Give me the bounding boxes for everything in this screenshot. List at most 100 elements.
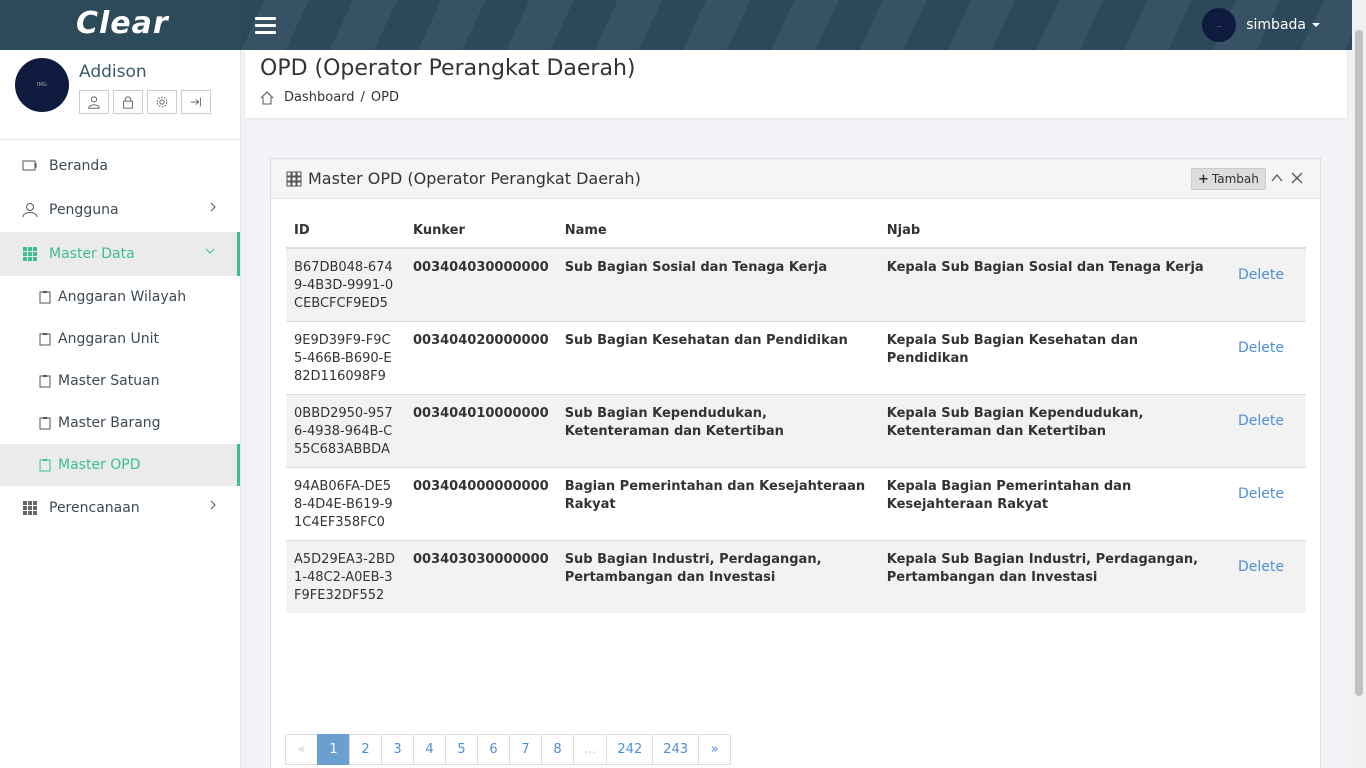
pagination-page[interactable]: 243 xyxy=(652,734,700,765)
cell-kunker: 003404010000000 xyxy=(405,394,557,468)
lock-button[interactable] xyxy=(113,90,143,114)
profile-avatar: IMG xyxy=(15,58,69,112)
cell-name: Sub Bagian Kependudukan, Ketenteraman da… xyxy=(556,394,879,468)
cell-id: 9E9D39F9-F9C5-466B-B690-E82D116098F9 xyxy=(286,321,405,395)
top-navbar: Clear ... simbada xyxy=(0,0,1352,50)
chevron-up-icon[interactable] xyxy=(1270,171,1284,185)
card-header: Master OPD (Operator Perangkat Daerah) +… xyxy=(271,159,1320,199)
user-dropdown[interactable]: ... simbada xyxy=(1202,8,1320,42)
chevron-down-icon xyxy=(205,248,215,254)
delete-link[interactable]: Delete xyxy=(1238,559,1284,575)
sidebar-item-label: Beranda xyxy=(49,158,108,174)
grid-icon xyxy=(22,500,38,516)
sidebar-item-label: Perencanaan xyxy=(49,500,140,516)
column-header-action xyxy=(1229,217,1306,249)
cell-kunker: 003404020000000 xyxy=(405,321,557,395)
table-row: B67DB048-6749-4B3D-9991-0CEBCFCF9ED5 003… xyxy=(286,247,1306,322)
cell-kunker: 003404000000000 xyxy=(405,467,557,541)
clipboard-icon xyxy=(39,459,51,472)
tambah-button[interactable]: + Tambah xyxy=(1191,168,1266,190)
close-icon[interactable] xyxy=(1290,171,1304,185)
breadcrumb-dashboard-link[interactable]: Dashboard xyxy=(284,90,355,105)
home-icon xyxy=(260,90,274,104)
sidebar-item-pengguna[interactable]: Pengguna xyxy=(0,188,240,232)
pagination-page[interactable]: 242 xyxy=(606,734,654,765)
pagination-page[interactable]: 6 xyxy=(477,734,510,765)
table-row: 94AB06FA-DE58-4D4E-B619-91C4EF358FC0 003… xyxy=(286,467,1306,541)
sidebar-subitem-master-satuan[interactable]: Master Satuan xyxy=(0,360,240,402)
clipboard-icon xyxy=(39,333,51,346)
sidebar-subitem-anggaran-unit[interactable]: Anggaran Unit xyxy=(0,318,240,360)
opd-table: ID Kunker Name Njab B67DB048-6749-4B3D-9… xyxy=(286,217,1306,613)
grid-icon xyxy=(286,171,302,186)
user-icon xyxy=(22,202,38,218)
pagination-ellipsis: ... xyxy=(573,734,608,765)
cell-kunker: 003403030000000 xyxy=(405,540,557,613)
app-logo[interactable]: Clear xyxy=(76,6,169,41)
profile-name: Addison xyxy=(79,62,147,82)
sidebar-subitem-master-opd[interactable]: Master OPD xyxy=(0,444,240,486)
pagination-page[interactable]: 7 xyxy=(509,734,542,765)
user-avatar: ... xyxy=(1202,8,1237,42)
pagination-page[interactable]: 8 xyxy=(541,734,574,765)
sidebar-item-label: Pengguna xyxy=(49,202,119,218)
sidebar-profile: IMG Addison xyxy=(0,50,240,140)
pagination-page[interactable]: 5 xyxy=(445,734,478,765)
cell-id: 0BBD2950-9576-4938-964B-C55C683ABBDA xyxy=(286,394,405,468)
clipboard-icon xyxy=(39,291,51,304)
gear-icon xyxy=(156,96,168,108)
user-icon xyxy=(88,96,100,109)
table-row: A5D29EA3-2BD1-48C2-A0EB-3F9FE32DF552 003… xyxy=(286,540,1306,613)
pagination-prev[interactable]: « xyxy=(285,734,318,765)
username: simbada xyxy=(1246,17,1306,33)
card-title: Master OPD (Operator Perangkat Daerah) xyxy=(308,169,641,188)
pagination-page[interactable]: 3 xyxy=(381,734,414,765)
sidebar-item-perencanaan[interactable]: Perencanaan xyxy=(0,486,240,530)
sidebar-item-beranda[interactable]: Beranda xyxy=(0,144,240,188)
page-scrollbar[interactable] xyxy=(1352,0,1366,768)
table-row: 0BBD2950-9576-4938-964B-C55C683ABBDA 003… xyxy=(286,394,1306,468)
breadcrumb-separator: / xyxy=(360,90,365,105)
delete-link[interactable]: Delete xyxy=(1238,486,1284,502)
master-opd-card: Master OPD (Operator Perangkat Daerah) +… xyxy=(270,158,1321,768)
cell-njab: Kepala Sub Bagian Kependudukan, Ketenter… xyxy=(878,394,1230,468)
settings-button[interactable] xyxy=(147,90,177,114)
column-header-kunker[interactable]: Kunker xyxy=(405,217,557,249)
pagination-page[interactable]: 4 xyxy=(413,734,446,765)
sidebar-subitem-label: Master Barang xyxy=(58,415,161,431)
cell-name: Bagian Pemerintahan dan Kesejahteraan Ra… xyxy=(556,467,879,541)
lock-icon xyxy=(123,96,133,109)
logo-area: Clear xyxy=(0,0,241,50)
monitor-icon xyxy=(22,158,38,174)
delete-link[interactable]: Delete xyxy=(1238,340,1284,356)
caret-down-icon xyxy=(1312,23,1320,27)
cell-njab: Kepala Sub Bagian Sosial dan Tenaga Kerj… xyxy=(878,247,1230,322)
column-header-njab[interactable]: Njab xyxy=(878,217,1230,249)
cell-njab: Kepala Sub Bagian Kesehatan dan Pendidik… xyxy=(878,321,1230,395)
cell-name: Sub Bagian Industri, Perdagangan, Pertam… xyxy=(556,540,879,613)
cell-kunker: 003404030000000 xyxy=(405,247,557,322)
hamburger-menu-icon[interactable] xyxy=(255,17,276,34)
sidebar-item-master-data[interactable]: Master Data xyxy=(0,232,240,276)
page-title: OPD (Operator Perangkat Daerah) xyxy=(260,56,636,81)
grid-icon xyxy=(22,246,38,262)
logout-icon xyxy=(190,97,201,107)
sidebar-subitem-master-barang[interactable]: Master Barang xyxy=(0,402,240,444)
delete-link[interactable]: Delete xyxy=(1238,413,1284,429)
plus-icon: + xyxy=(1198,171,1209,187)
column-header-name[interactable]: Name xyxy=(556,217,879,249)
column-header-id[interactable]: ID xyxy=(286,217,405,249)
clipboard-icon xyxy=(39,417,51,430)
pagination-next[interactable]: » xyxy=(698,734,732,765)
scrollbar-thumb[interactable] xyxy=(1355,30,1363,696)
profile-button[interactable] xyxy=(79,90,109,114)
sidebar-subitem-anggaran-wilayah[interactable]: Anggaran Wilayah xyxy=(0,276,240,318)
pagination-page[interactable]: 2 xyxy=(349,734,382,765)
sidebar-subitem-label: Master Satuan xyxy=(58,373,160,389)
sidebar-subitem-label: Anggaran Unit xyxy=(58,331,159,347)
delete-link[interactable]: Delete xyxy=(1238,267,1284,283)
logout-button[interactable] xyxy=(181,90,211,114)
breadcrumb: Dashboard / OPD xyxy=(260,90,399,105)
pagination-page[interactable]: 1 xyxy=(317,734,350,765)
chevron-right-icon xyxy=(210,500,216,510)
